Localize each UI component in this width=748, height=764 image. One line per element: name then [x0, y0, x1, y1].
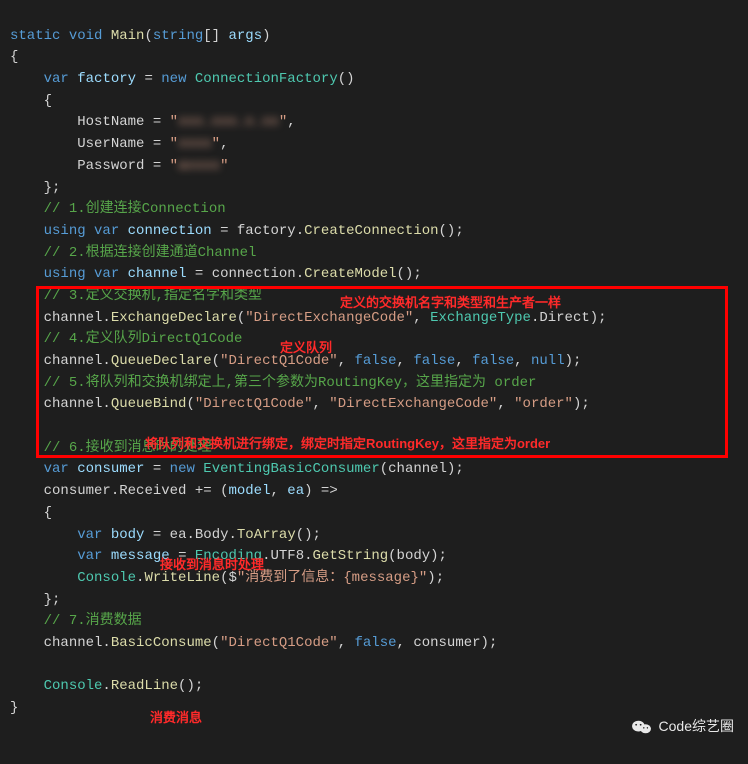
annotation-2: 定义队列 — [280, 338, 332, 358]
watermark: Code综艺圈 — [631, 716, 734, 738]
id-consumer: consumer — [77, 461, 144, 477]
blur-user: xxxx — [178, 134, 212, 156]
kw-var: var — [44, 71, 69, 87]
comment-1: // 1.创建连接Connection — [44, 201, 226, 217]
prop-password: Password — [77, 158, 144, 174]
method-main: Main — [111, 28, 145, 44]
comment-5: // 5.将队列和交换机绑定上,第三个参数为RoutingKey，这里指定为 o… — [44, 375, 537, 391]
method-createmodel: CreateModel — [304, 266, 396, 282]
comment-3: // 3.定义交换机,指定名字和类型 — [44, 288, 262, 304]
param-args: args — [229, 28, 263, 44]
method-exchangedeclare: ExchangeDeclare — [111, 310, 237, 326]
kw-new: new — [161, 71, 186, 87]
method-readline: ReadLine — [111, 678, 178, 694]
comment-2: // 2.根据连接创建通道Channel — [44, 245, 257, 261]
id-connection: connection — [128, 223, 212, 239]
blur-pass: axxxx — [178, 156, 220, 178]
kw-string: string — [153, 28, 203, 44]
kw-static: static — [10, 28, 60, 44]
annotation-3: 将队列和交换机进行绑定，绑定时指定RoutingKey，这里指定为order — [145, 434, 550, 454]
comment-7: // 7.消费数据 — [44, 613, 142, 629]
id-body: body — [111, 527, 145, 543]
blur-host: xxx.xxx.x.xx — [178, 112, 279, 134]
str-order: "order" — [514, 396, 573, 412]
id-channel: channel — [128, 266, 187, 282]
code-block: static void Main(string[] args) { var fa… — [0, 0, 748, 724]
annotation-4: 接收到消息时处理 — [160, 555, 264, 575]
method-queuebind: QueueBind — [111, 396, 187, 412]
type-eventingbasicconsumer: EventingBasicConsumer — [203, 461, 379, 477]
id-factory: factory — [77, 71, 136, 87]
watermark-text: Code综艺圈 — [659, 716, 734, 738]
method-basicconsume: BasicConsume — [111, 635, 212, 651]
prop-username: UserName — [77, 136, 144, 152]
str-consume-msg: "消费到了信息：{message}" — [237, 570, 427, 586]
annotation-1: 定义的交换机名字和类型和生产者一样 — [340, 293, 561, 313]
type-connfactory: ConnectionFactory — [195, 71, 338, 87]
kw-void: void — [69, 28, 103, 44]
method-queuedeclare: QueueDeclare — [111, 353, 212, 369]
prop-hostname: HostName — [77, 114, 144, 130]
annotation-5: 消费消息 — [150, 708, 202, 728]
wechat-icon — [631, 718, 653, 736]
comment-4: // 4.定义队列DirectQ1Code — [44, 331, 243, 347]
method-createconnection: CreateConnection — [304, 223, 438, 239]
